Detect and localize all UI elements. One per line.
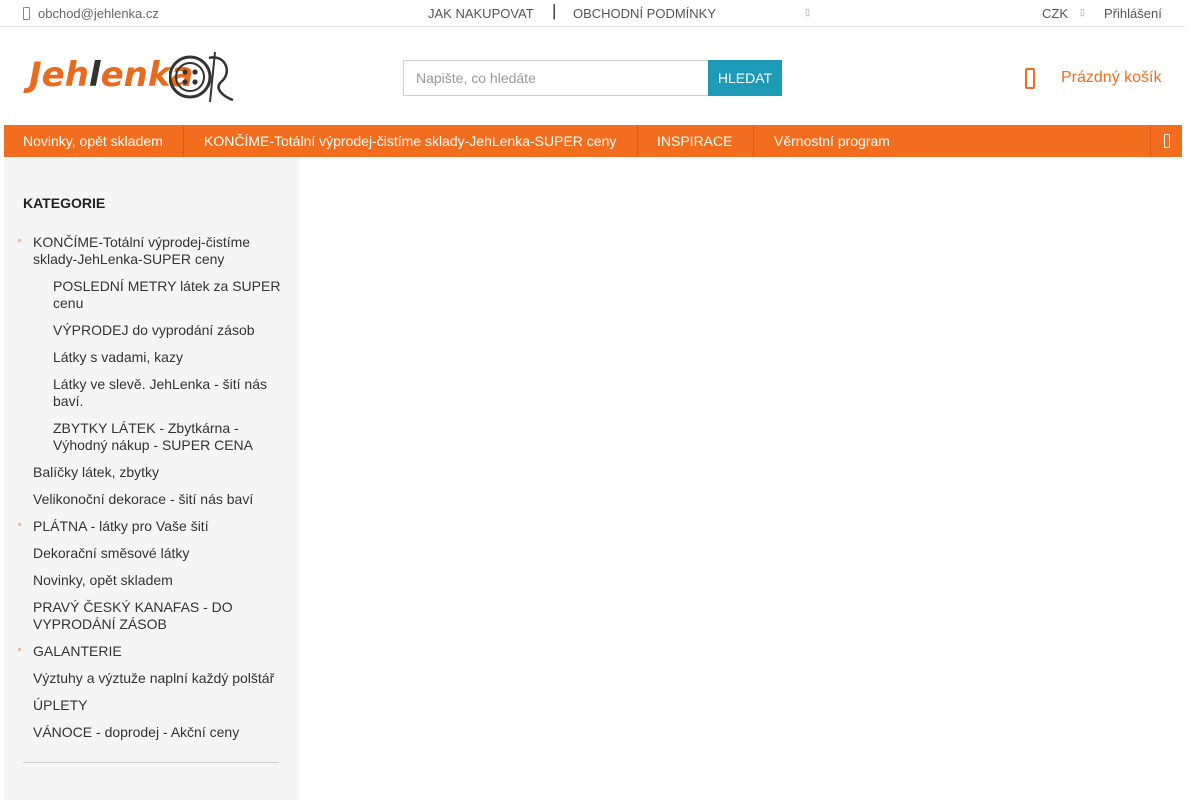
currency-dropdown-icon[interactable]: ▯ <box>1080 7 1085 18</box>
category-heading: KATEGORIE <box>23 195 106 211</box>
nav-tab-koncime[interactable]: KONČÍME-Totální výprodej-čistíme sklady-… <box>184 125 638 157</box>
category-item[interactable]: ÚPLETY <box>4 697 299 714</box>
nav-tab-inspirace[interactable]: INSPIRACE <box>637 125 754 157</box>
category-label: VÝPRODEJ do vyprodání zásob <box>53 322 255 338</box>
search-bar: HLEDAT <box>403 60 782 96</box>
topbar-separator: | <box>552 1 557 20</box>
email-text: obchod@jehlenka.cz <box>38 6 159 21</box>
category-label: ZBYTKY LÁTEK - Zbytkárna - Výhodný nákup… <box>53 420 253 453</box>
category-label: Balíčky látek, zbytky <box>33 464 160 480</box>
phone-icon <box>23 7 30 20</box>
category-item[interactable]: Velikonoční dekorace - šití nás baví <box>4 491 299 508</box>
category-item[interactable]: GALANTERIE <box>4 643 299 660</box>
category-label: PLÁTNA - látky pro Vaše šití <box>33 518 209 534</box>
expand-bullet-icon[interactable] <box>18 523 21 526</box>
category-sidebar: KATEGORIE KONČÍME-Totální výprodej-čistí… <box>4 157 299 800</box>
category-item[interactable]: KONČÍME-Totální výprodej-čistíme sklady-… <box>4 234 299 268</box>
category-label: Látky s vadami, kazy <box>53 349 183 365</box>
category-label: GALANTERIE <box>33 643 122 659</box>
search-button[interactable]: HLEDAT <box>708 60 782 96</box>
nav-tab-novinky[interactable]: Novinky, opět skladem <box>4 125 184 157</box>
category-item[interactable]: Výztuhy a výztuže naplní každý polštář <box>4 670 299 687</box>
expand-bullet-icon[interactable] <box>18 648 21 651</box>
category-label: Novinky, opět skladem <box>33 572 173 588</box>
category-label: Výztuhy a výztuže naplní každý polštář <box>33 670 275 686</box>
category-label: VÁNOCE - doprodej - Akční ceny <box>33 724 240 740</box>
category-label: POSLEDNÍ METRY látek za SUPER cenu <box>53 278 281 311</box>
menu-icon <box>1164 134 1170 148</box>
main-navigation: Novinky, opět skladem KONČÍME-Totální vý… <box>4 125 1182 157</box>
category-label: Látky ve slevě. JehLenka - šití nás baví… <box>53 376 267 409</box>
top-bar: obchod@jehlenka.cz JAK NAKUPOVAT | OBCHO… <box>0 0 1185 27</box>
search-input[interactable] <box>403 60 709 96</box>
link-jak-nakupovat[interactable]: JAK NAKUPOVAT <box>428 6 534 21</box>
button-logo-icon <box>169 51 234 103</box>
cart-icon <box>1025 68 1035 89</box>
category-item[interactable]: PRAVÝ ČESKÝ KANAFAS - DO VYPRODÁNÍ ZÁSOB <box>4 599 299 633</box>
category-item[interactable]: POSLEDNÍ METRY látek za SUPER cenu <box>4 278 299 312</box>
site-header: Jehlenka HLEDAT Prázdný košík <box>0 27 1185 125</box>
category-item[interactable]: Balíčky látek, zbytky <box>4 464 299 481</box>
category-label: PRAVÝ ČESKÝ KANAFAS - DO VYPRODÁNÍ ZÁSOB <box>33 599 233 632</box>
nav-tab-vernostni-program[interactable]: Věrnostní program <box>754 125 910 157</box>
category-item[interactable]: Dekorační směsové látky <box>4 545 299 562</box>
expand-bullet-icon[interactable] <box>18 239 21 242</box>
category-label: ÚPLETY <box>33 697 88 713</box>
category-label: Velikonoční dekorace - šití nás baví <box>33 491 254 507</box>
category-item[interactable]: Látky ve slevě. JehLenka - šití nás baví… <box>4 376 299 410</box>
category-item[interactable]: VÁNOCE - doprodej - Akční ceny <box>4 724 299 741</box>
category-label: Dekorační směsové látky <box>33 545 190 561</box>
category-item[interactable]: ZBYTKY LÁTEK - Zbytkárna - Výhodný nákup… <box>4 420 299 454</box>
more-links-icon[interactable]: ▯ <box>805 7 810 18</box>
cart-label: Prázdný košík <box>1061 69 1162 86</box>
login-link[interactable]: Přihlášení <box>1104 6 1162 21</box>
category-list: KONČÍME-Totální výprodej-čistíme sklady-… <box>4 234 299 751</box>
category-item[interactable]: VÝPRODEJ do vyprodání zásob <box>4 322 299 339</box>
category-item[interactable]: PLÁTNA - látky pro Vaše šití <box>4 518 299 535</box>
site-logo[interactable]: Jehlenka <box>29 49 239 105</box>
category-label: KONČÍME-Totální výprodej-čistíme sklady-… <box>33 234 251 267</box>
category-item[interactable]: Novinky, opět skladem <box>4 572 299 589</box>
contact-email[interactable]: obchod@jehlenka.cz <box>23 6 159 21</box>
sidebar-divider <box>23 762 279 763</box>
nav-more-button[interactable] <box>1150 125 1182 157</box>
currency-selector[interactable]: CZK <box>1042 6 1068 21</box>
category-item[interactable]: Látky s vadami, kazy <box>4 349 299 366</box>
link-obchodni-podminky[interactable]: OBCHODNÍ PODMÍNKY <box>573 6 716 21</box>
